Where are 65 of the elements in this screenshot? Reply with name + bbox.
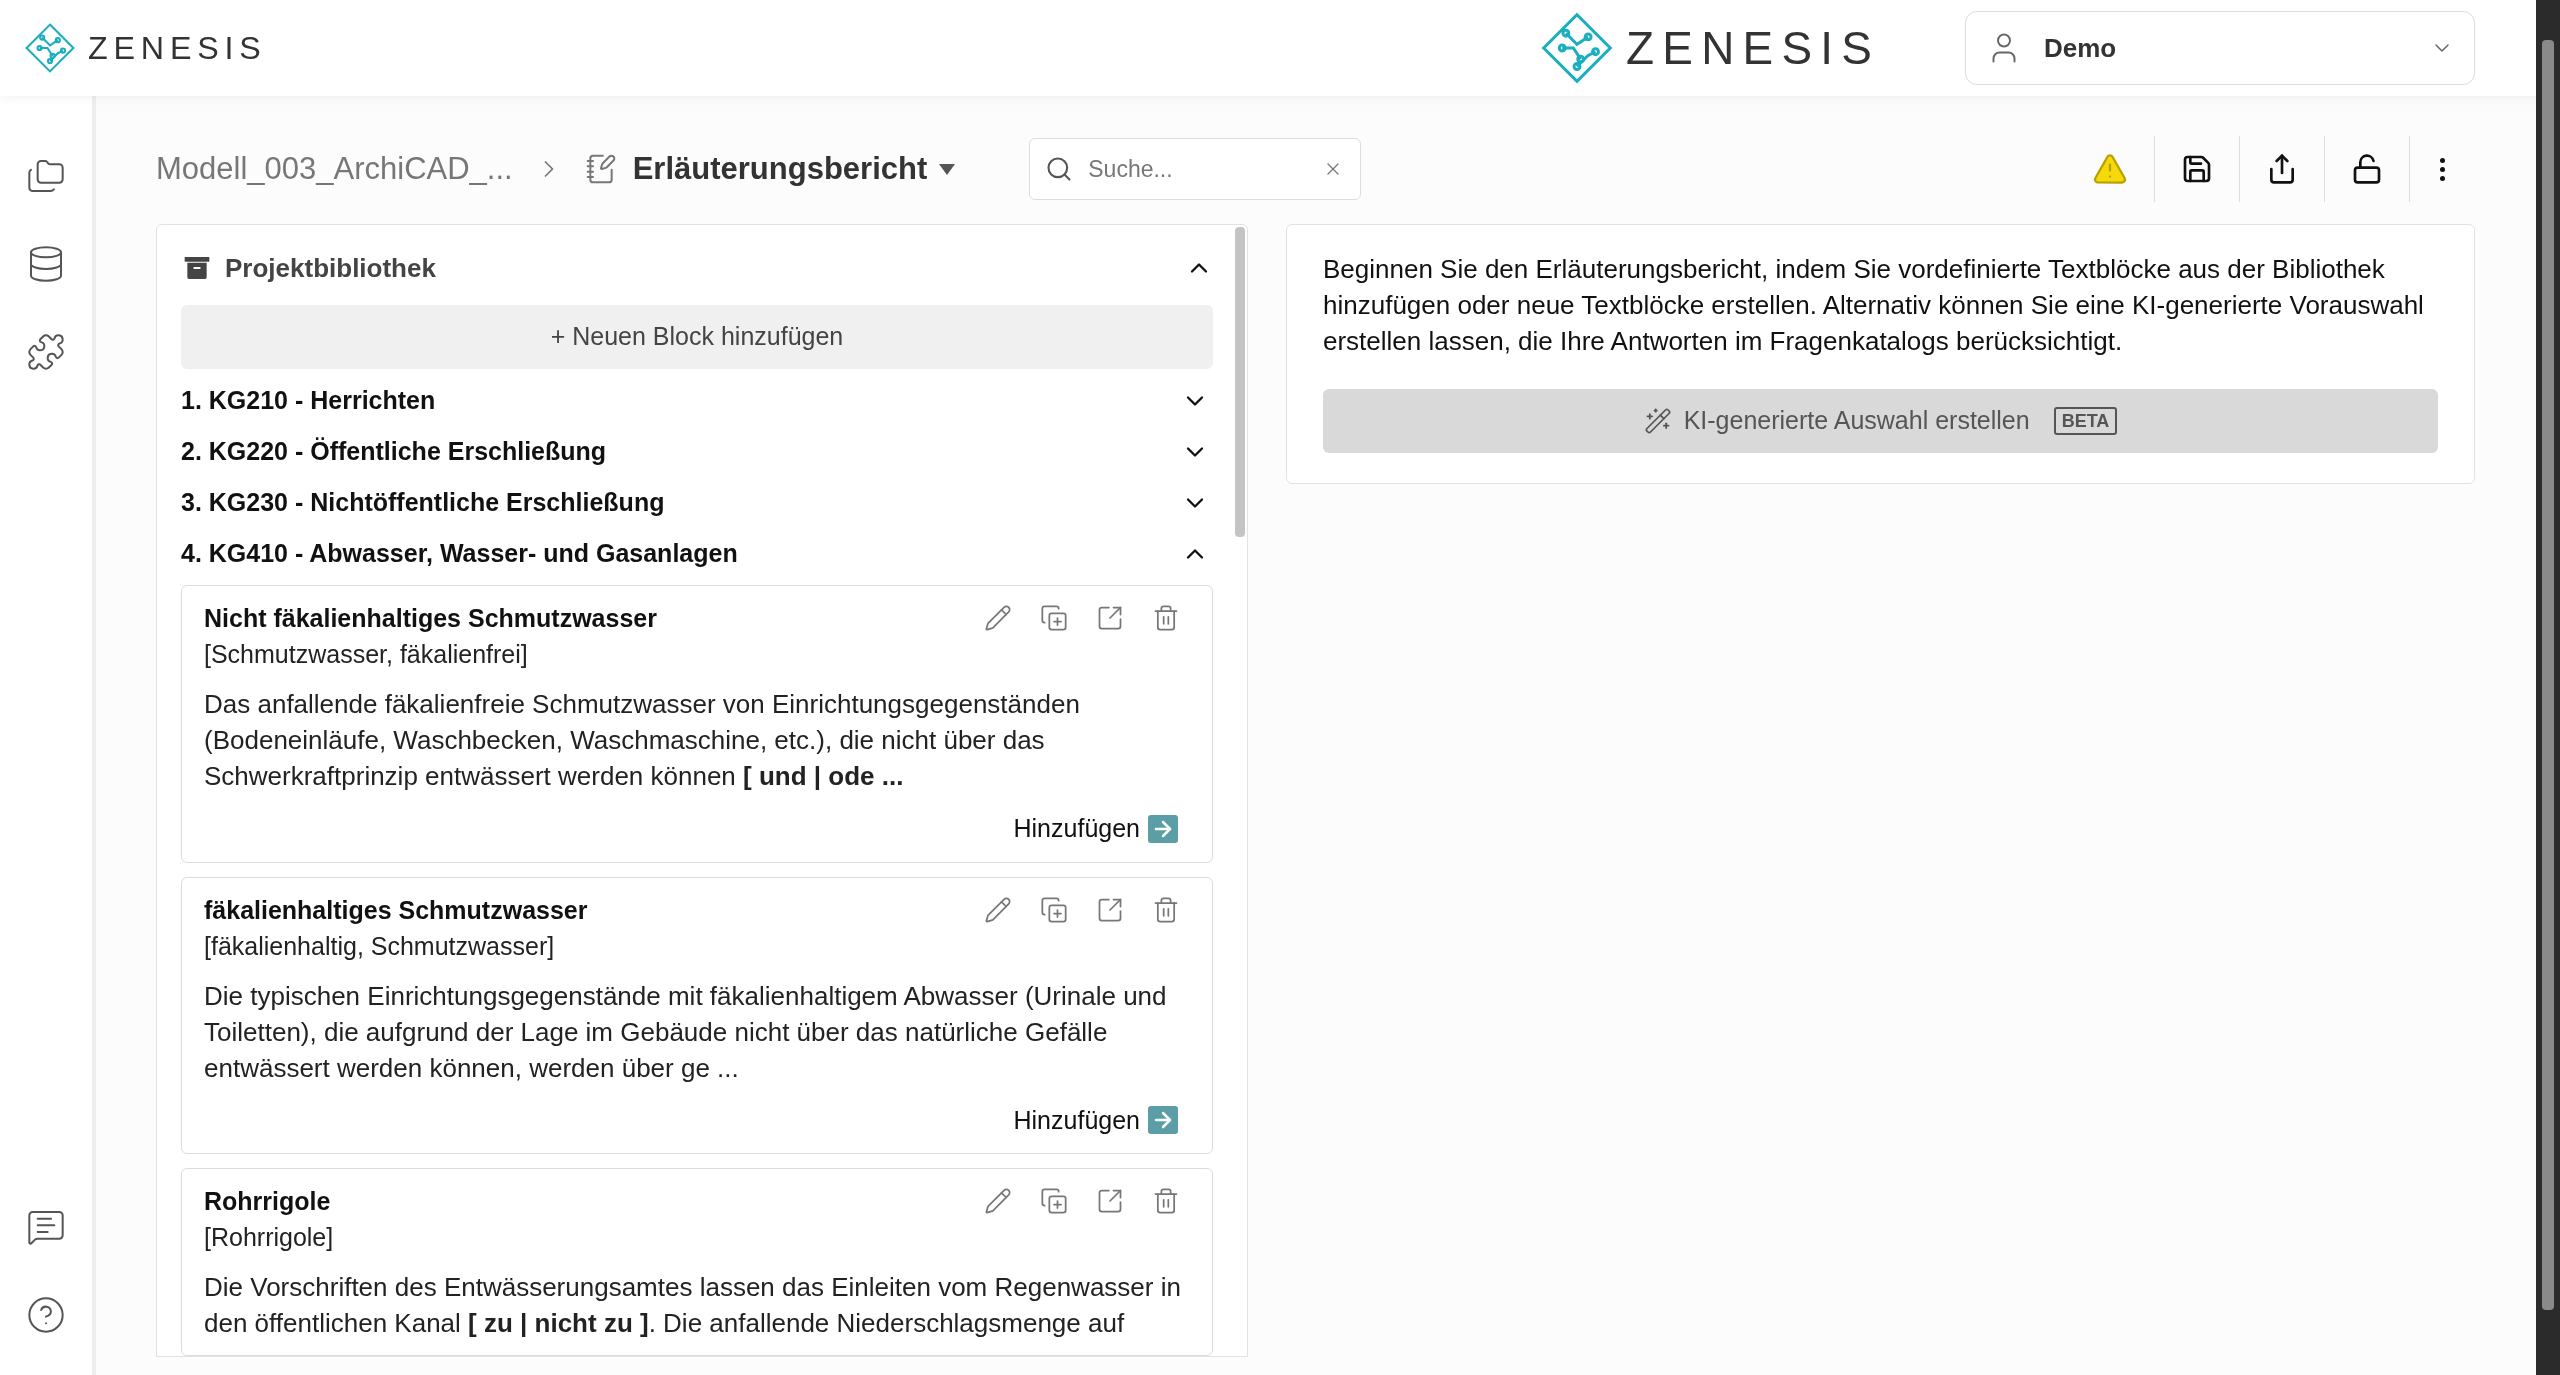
breadcrumb-project[interactable]: Modell_003_ArchiCAD_... [156, 145, 513, 193]
edit-button[interactable] [984, 604, 1012, 632]
duplicate-button[interactable] [1040, 1187, 1068, 1215]
group-header[interactable]: 1. KG210 - Herrichten [181, 375, 1213, 426]
block-text: Das anfallende fäkalienfreie Schmutzwasser von Einrichtungsgegenständen (Bodeneinläufe, Waschbecken, Waschmaschine, etc.), die nicht über das Schwerkraftprinzip entwässert werden können [ und | ode ... [204, 688, 1081, 793]
scrollbar-thumb[interactable] [1235, 227, 1245, 537]
caret-icon [939, 163, 956, 175]
trash-icon [1152, 604, 1180, 632]
block-text: Die typischen Einrichtungsgegenstände mit fäkalienhaltigem Abwasser (Urinale und Toiletten), die aufgrund der Lage im Gebäude nicht über das natürliche Gefälle entwässert werden können, werden über ge ... [204, 979, 1168, 1085]
trash-icon [1152, 1187, 1180, 1215]
delete-button[interactable] [1152, 895, 1180, 924]
sidebar-button[interactable] [26, 1295, 66, 1335]
notebook-icon [584, 153, 617, 185]
help-icon [26, 1295, 66, 1335]
pencil-icon [984, 604, 1012, 632]
beta-badge: BETA [2053, 407, 2118, 435]
arrow-right-icon [1148, 814, 1178, 843]
copy-plus-icon [1040, 1187, 1068, 1215]
add-new-block-button[interactable]: + Neuen Block hinzufügen [181, 305, 1213, 369]
group-header[interactable]: 4. KG410 - Abwasser, Wasser- und Gasanlagen [181, 528, 1213, 579]
block-tags: [Rohrrigole] [204, 1219, 334, 1255]
add-block-button[interactable]: Hinzufügen [1013, 1101, 1178, 1139]
sidebar-button[interactable] [26, 332, 66, 372]
search-icon [1045, 155, 1074, 183]
block-tags: [Schmutzwasser, fäkalienfrei] [204, 636, 657, 672]
search-field[interactable]: Suche... [1029, 138, 1362, 200]
ai-selection-button[interactable]: KI-generierte Auswahl erstellen BETA [1323, 389, 2438, 453]
magic-wand-icon [1643, 407, 1672, 435]
logo-text: ZENESIS [88, 28, 267, 68]
external-link-icon [1096, 604, 1124, 632]
trash-icon [1152, 895, 1180, 924]
duplicate-button[interactable] [1040, 895, 1068, 924]
arrow-right-icon [1148, 1106, 1178, 1135]
delete-button[interactable] [1152, 1187, 1180, 1215]
edit-button[interactable] [984, 1187, 1012, 1215]
block-text: Die Vorschriften des Entwässerungsamtes lassen das Einleiten vom Regenwasser in den öffentlichen Kanal [ zu | nicht zu ]. Die anfallende Niederschlagsmenge auf [204, 1271, 1182, 1340]
library-title: Projektbibliothek [225, 251, 436, 285]
copy-plus-icon [1040, 895, 1068, 924]
block-title: Nicht fäkalienhaltiges Schmutzwasser [204, 603, 657, 634]
group-header[interactable]: 2. KG220 - Öffentliche Erschließung [181, 426, 1213, 477]
edit-button[interactable] [984, 895, 1012, 924]
delete-button[interactable] [1152, 604, 1180, 632]
logo-text: ZENESIS [1626, 20, 1881, 76]
block-tags: [fäkalienhaltig, Schmutzwasser] [204, 927, 588, 964]
lock-open-icon [2351, 153, 2383, 185]
external-link-icon [1096, 1187, 1124, 1215]
copy-plus-icon [1040, 604, 1068, 632]
logo-icon [1540, 11, 1614, 85]
block-title: fäkalienhaltiges Schmutzwasser [204, 894, 588, 926]
puzzle-icon [26, 332, 66, 372]
user-dropdown[interactable]: Demo [1965, 11, 2475, 85]
add-block-button[interactable]: Hinzufügen [1013, 810, 1178, 848]
logo-icon [24, 22, 76, 74]
intro-text: Beginnen Sie den Erläuterungsbericht, indem Sie vordefinierte Textblöcke aus der Bibliothek hinzufügen oder neue Textblöcke erstellen. Alternativ können Sie eine KI-generierte Vorauswahl erstellen lassen, die Ihre Antworten im Fragenkatalogs berücksichtigt. [1323, 253, 2425, 358]
duplicate-button[interactable] [1040, 604, 1068, 632]
unlock-button[interactable] [2351, 153, 2383, 185]
pencil-icon [984, 895, 1012, 924]
pencil-icon [984, 1187, 1012, 1215]
block-title: Rohrrigole [204, 1186, 332, 1217]
document-dropdown[interactable]: Erläuterungsbericht [632, 145, 956, 193]
save-button[interactable] [2181, 153, 2213, 185]
save-icon [2181, 153, 2213, 185]
group-header[interactable]: 3. KG230 - Nichtöffentliche Erschließung [181, 477, 1213, 528]
open-external-button[interactable] [1096, 1187, 1124, 1215]
open-external-button[interactable] [1096, 604, 1124, 632]
